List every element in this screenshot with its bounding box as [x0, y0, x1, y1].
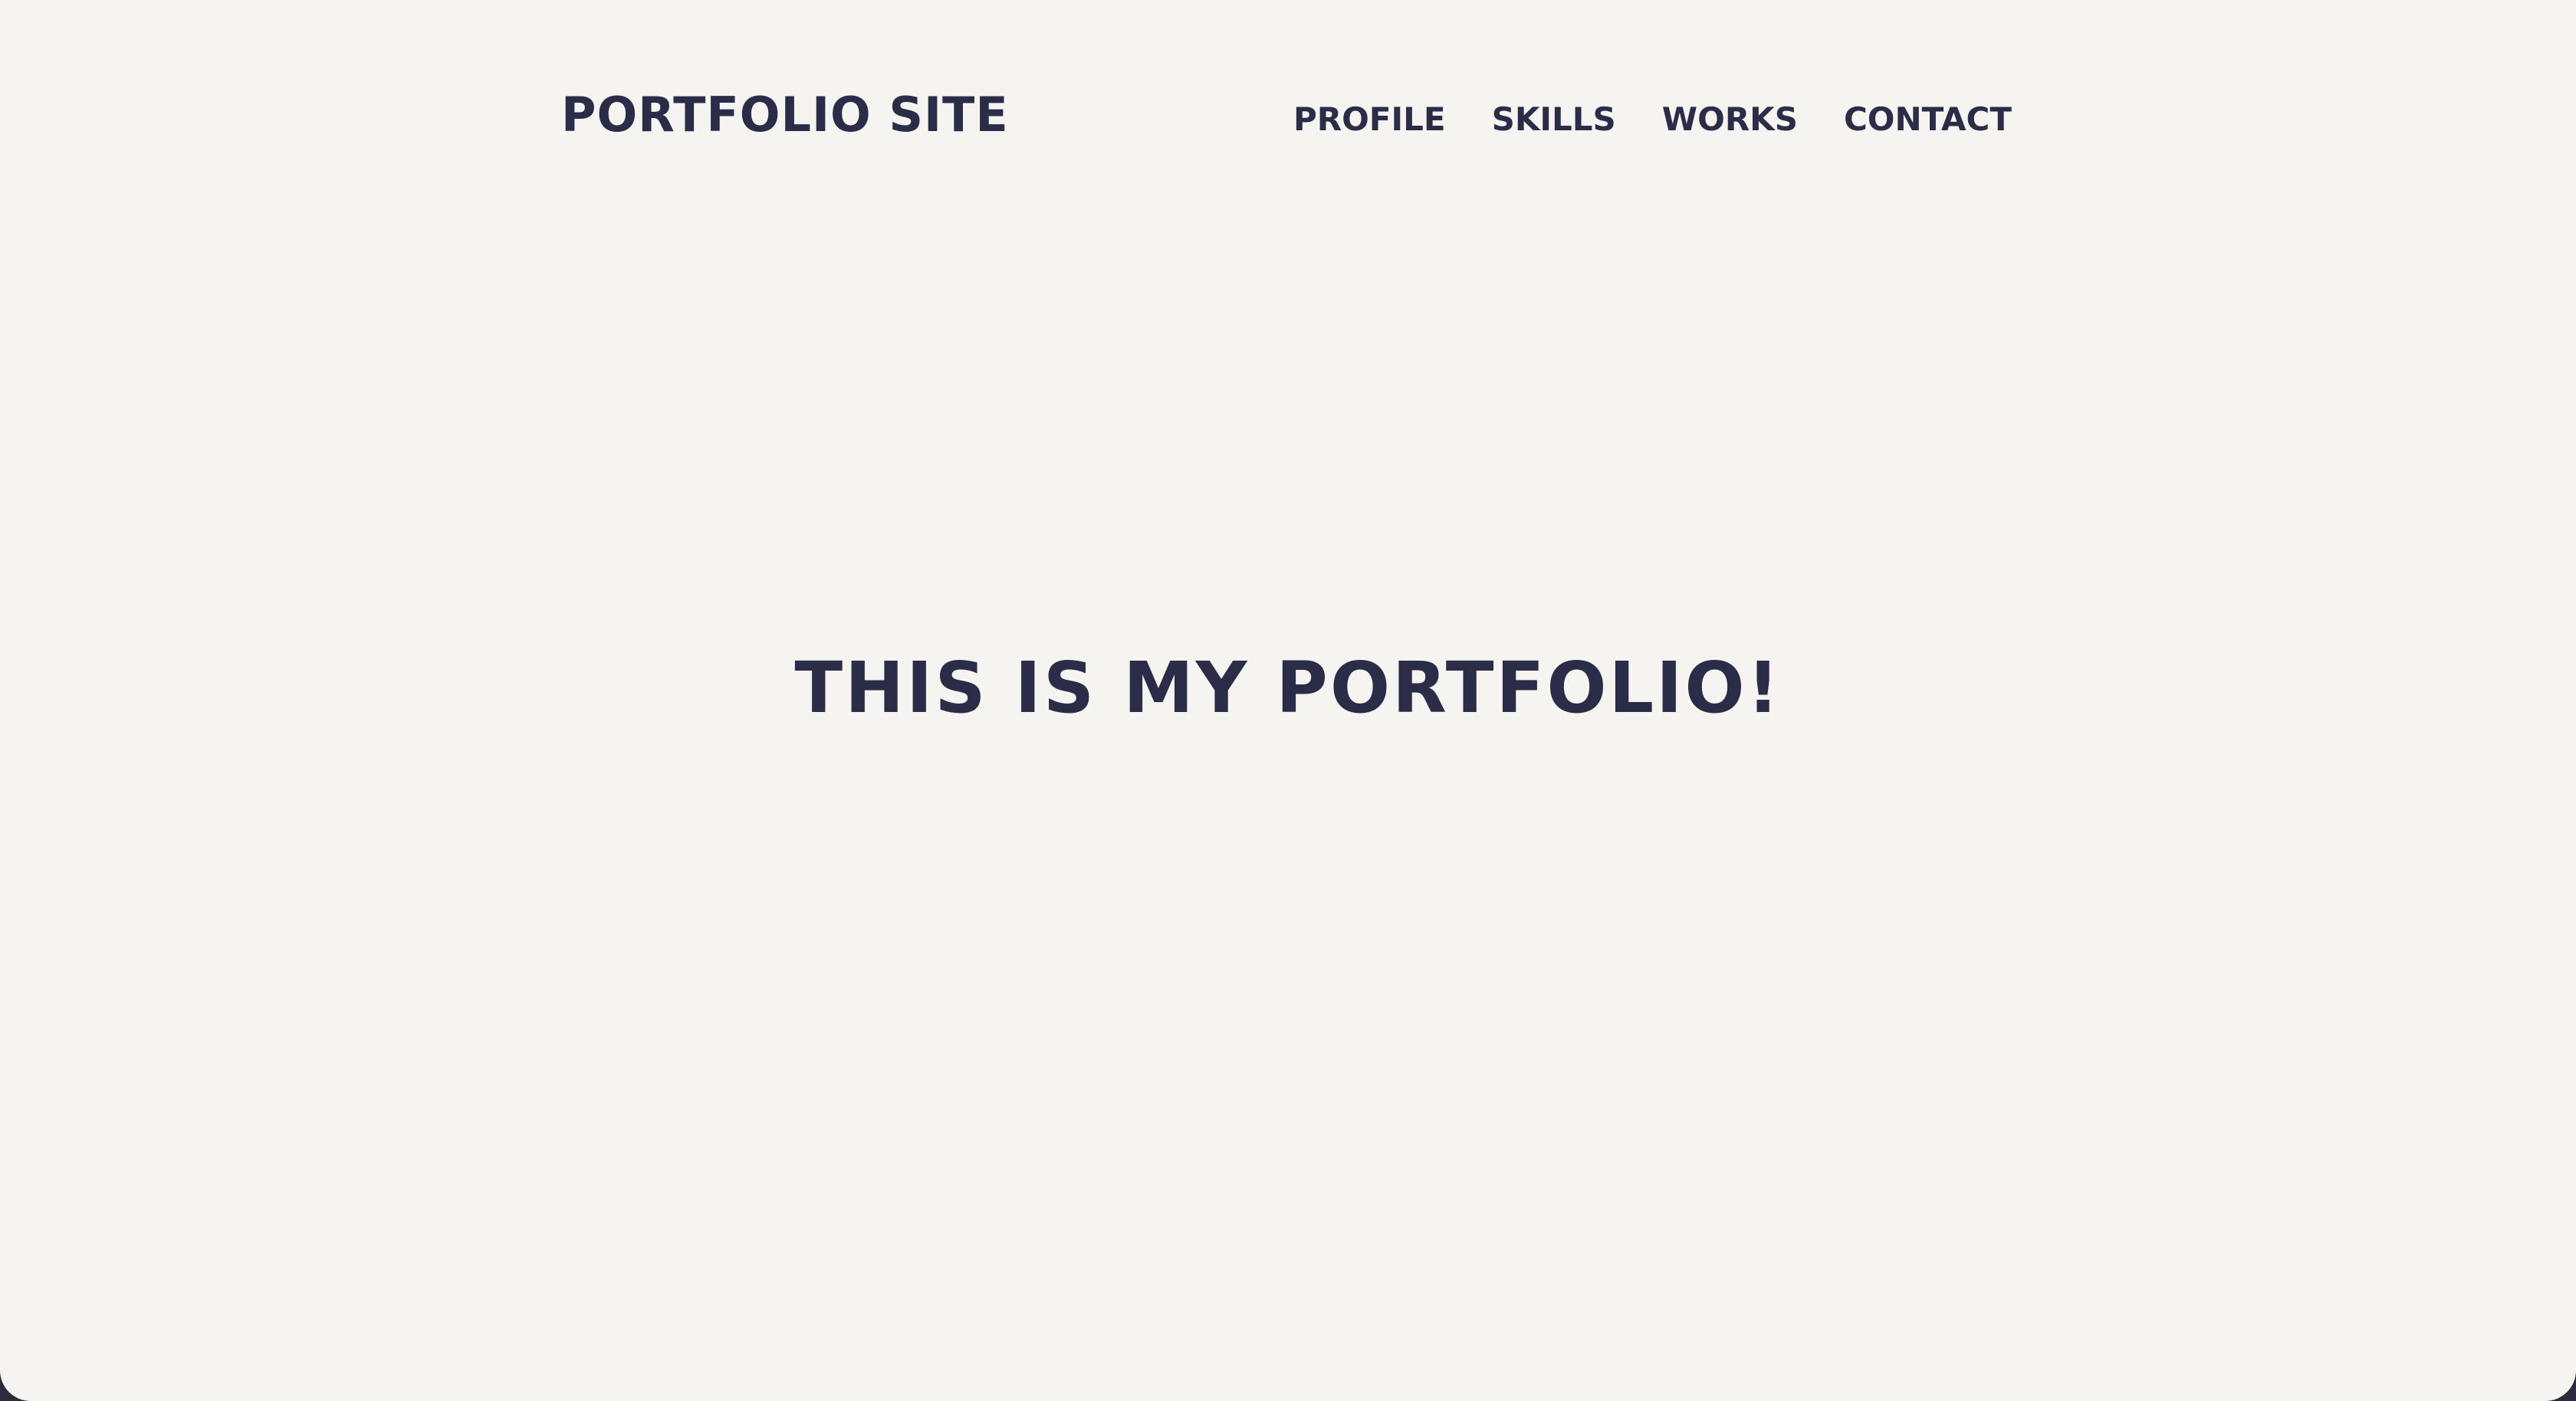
- site-logo-text[interactable]: PORTFOLIO SITE: [561, 83, 1009, 147]
- hero-headline: THIS IS MY PORTFOLIO!: [794, 647, 1782, 729]
- nav-link-works[interactable]: WORKS: [1662, 97, 1798, 143]
- portfolio-page: PORTFOLIO SITE PROFILE SKILLS WORKS CONT…: [0, 0, 2576, 1401]
- main-navigation: PROFILE SKILLS WORKS CONTACT: [1293, 97, 2012, 143]
- nav-link-contact[interactable]: CONTACT: [1844, 97, 2012, 143]
- nav-link-skills[interactable]: SKILLS: [1492, 97, 1616, 143]
- nav-link-profile[interactable]: PROFILE: [1293, 97, 1446, 143]
